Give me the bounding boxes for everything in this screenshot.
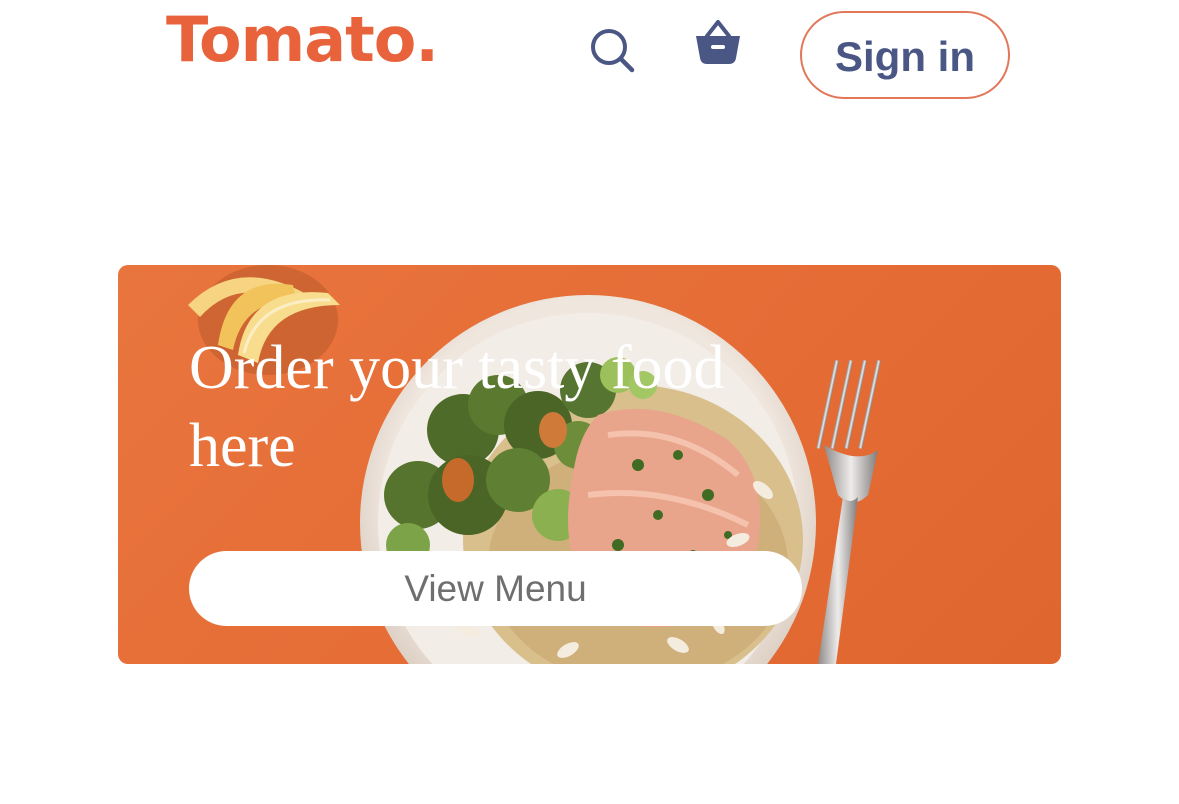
hero-title: Order your tasty food here [189, 334, 725, 480]
page: Tomato. Sign in Order your tasty food he… [0, 0, 1179, 804]
fork [816, 360, 881, 664]
view-menu-button[interactable]: View Menu [189, 551, 802, 626]
hero-banner: Order your tasty food here View Menu [118, 265, 1061, 664]
search-icon[interactable] [586, 24, 638, 76]
logo[interactable]: Tomato. [166, 0, 439, 80]
basket-icon[interactable] [692, 16, 744, 68]
sign-in-button[interactable]: Sign in [800, 11, 1010, 99]
